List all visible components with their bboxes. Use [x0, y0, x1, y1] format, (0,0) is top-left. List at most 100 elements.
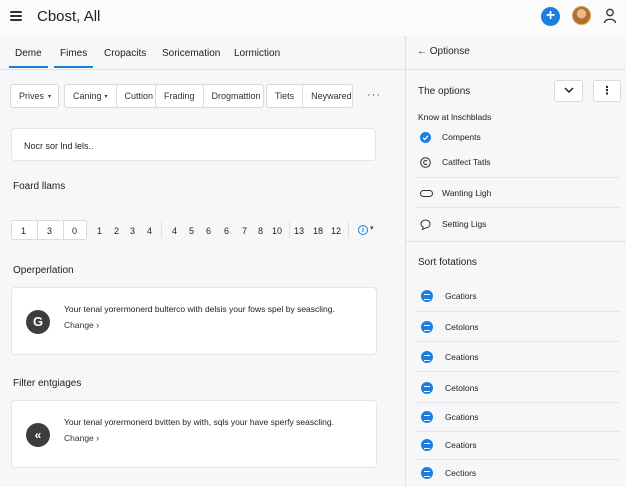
sort-item[interactable]: Gcatiors — [416, 284, 620, 312]
sort-item-label: Gcations — [445, 412, 479, 422]
divider — [416, 341, 620, 342]
card-text: Your tenal yorermonerd bulterco with del… — [64, 304, 335, 314]
sort-item[interactable]: Cetolons — [416, 376, 620, 404]
expand-button[interactable] — [554, 80, 583, 102]
option-label: Catlfect Tatls — [442, 157, 491, 167]
page-box-num[interactable]: 3 — [47, 226, 52, 236]
add-button[interactable]: + — [541, 7, 560, 26]
tab-fimes[interactable]: Fimes — [53, 48, 94, 68]
sort-item-icon — [421, 382, 433, 394]
change-link[interactable]: Change › — [64, 433, 99, 443]
page-link[interactable]: 6 — [206, 226, 211, 236]
tab-cropacits[interactable]: Cropacits — [104, 48, 146, 59]
divider — [416, 177, 620, 178]
filter-chip-drogmattion[interactable]: Drogmattion — [202, 85, 269, 107]
divider — [416, 311, 620, 312]
sort-item[interactable]: Gcations — [416, 405, 620, 433]
divider — [416, 431, 620, 432]
back-arrow-icon: ← — [417, 46, 427, 57]
person-icon[interactable] — [603, 8, 617, 24]
copyright-icon — [420, 157, 431, 168]
page-link[interactable]: 2 — [114, 226, 119, 236]
page-link[interactable]: 4 — [172, 226, 177, 236]
filter-chip-caning[interactable]: Caning ▾ — [65, 85, 116, 107]
card-text: Your tenal yorermonerd bvitten by with, … — [64, 417, 334, 427]
divider — [161, 222, 162, 238]
filter-chip-prives[interactable]: Prives ▾ — [11, 85, 59, 107]
chevron-down-icon: ▾ — [48, 93, 52, 100]
change-link-label: Change — [64, 320, 94, 330]
change-link[interactable]: Change › — [64, 320, 99, 330]
back-label: Optionse — [429, 46, 470, 57]
divider — [416, 402, 620, 403]
page-box-num[interactable]: 1 — [21, 226, 26, 236]
check-circle-icon — [420, 132, 431, 143]
chevron-down-icon — [563, 87, 574, 94]
page-link[interactable]: 8 — [258, 226, 263, 236]
section-title-operation: Operperlation — [13, 265, 74, 276]
chip-label: Prives — [19, 91, 45, 101]
sort-item-label: Ceations — [445, 352, 479, 362]
kebab-menu-button[interactable]: ⋮ — [593, 80, 621, 102]
more-icon[interactable]: ··· — [367, 89, 381, 101]
search-text: Nocr sor lnd lels.. — [24, 141, 94, 151]
back-arrow-icon: « — [26, 423, 50, 447]
filter-group: Prives ▾ — [10, 84, 59, 108]
page-link[interactable]: 5 — [189, 226, 194, 236]
page-selector[interactable]: 1 3 0 — [11, 220, 87, 240]
sort-item[interactable]: Cectiors — [416, 461, 620, 487]
filter-chip-tiets[interactable]: Tiets — [267, 85, 302, 107]
info-icon[interactable]: i — [358, 225, 368, 235]
tab-bar: Deme Fimes Cropacits Soricemation Lormic… — [0, 36, 405, 70]
option-item[interactable]: Setting Ligs — [416, 213, 620, 243]
divider — [37, 221, 38, 239]
chat-bubble-icon — [420, 219, 431, 230]
sort-item-icon — [421, 439, 433, 451]
sort-item-icon — [421, 290, 433, 302]
page-link[interactable]: 12 — [331, 226, 341, 236]
app-title: Cbost, All — [37, 8, 101, 25]
divider — [416, 371, 620, 372]
tab-deme[interactable]: Deme — [9, 48, 48, 68]
page-link[interactable]: 1 — [97, 226, 102, 236]
sort-item-label: Cetolons — [445, 383, 479, 393]
sort-item[interactable]: Ceations — [416, 345, 620, 373]
menu-icon[interactable] — [10, 11, 22, 21]
option-label: Setting Ligs — [442, 219, 487, 229]
page-link[interactable]: 6 — [224, 226, 229, 236]
sort-item-icon — [421, 351, 433, 363]
search-input[interactable]: Nocr sor lnd lels.. — [11, 128, 376, 161]
divider — [63, 221, 64, 239]
divider — [289, 222, 290, 238]
filter-group: Tiets Neywared — [266, 84, 353, 108]
sort-item-label: Cetolons — [445, 322, 479, 332]
page-link[interactable]: 10 — [272, 226, 282, 236]
back-button[interactable]: ← Optionse — [417, 46, 470, 57]
sort-item[interactable]: Cetolons — [416, 315, 620, 343]
chevron-down-icon: ▾ — [104, 93, 108, 100]
avatar[interactable] — [572, 6, 591, 25]
info-card: G Your tenal yorermonerd bulterco with d… — [11, 287, 377, 355]
chip-label: Caning — [73, 91, 102, 101]
page-link[interactable]: 4 — [147, 226, 152, 236]
option-label: Compents — [442, 132, 481, 142]
sort-item-label: Gcatiors — [445, 291, 477, 301]
chevron-down-icon[interactable]: ▾ — [370, 224, 374, 232]
page-box-num[interactable]: 0 — [72, 226, 77, 236]
panel-subtitle: Know at lnschblads — [418, 112, 492, 122]
panel-title: The options — [418, 86, 471, 97]
app-bar: Cbost, All + — [0, 0, 626, 36]
sort-item[interactable]: Ceatiors — [416, 433, 620, 461]
filter-group: Frading Drogmattion — [155, 84, 264, 108]
tab-lormiction[interactable]: Lormiction — [234, 48, 280, 59]
page-link[interactable]: 7 — [242, 226, 247, 236]
filter-chip-neywared[interactable]: Neywared — [302, 85, 360, 107]
filter-chip-frading[interactable]: Frading — [156, 85, 203, 107]
info-card: « Your tenal yorermonerd bvitten by with… — [11, 400, 377, 468]
page-link[interactable]: 13 — [294, 226, 304, 236]
page-link[interactable]: 18 — [313, 226, 323, 236]
page-link[interactable]: 3 — [130, 226, 135, 236]
divider — [406, 241, 626, 242]
change-link-label: Change — [64, 433, 94, 443]
tab-soricemation[interactable]: Soricemation — [162, 48, 220, 59]
